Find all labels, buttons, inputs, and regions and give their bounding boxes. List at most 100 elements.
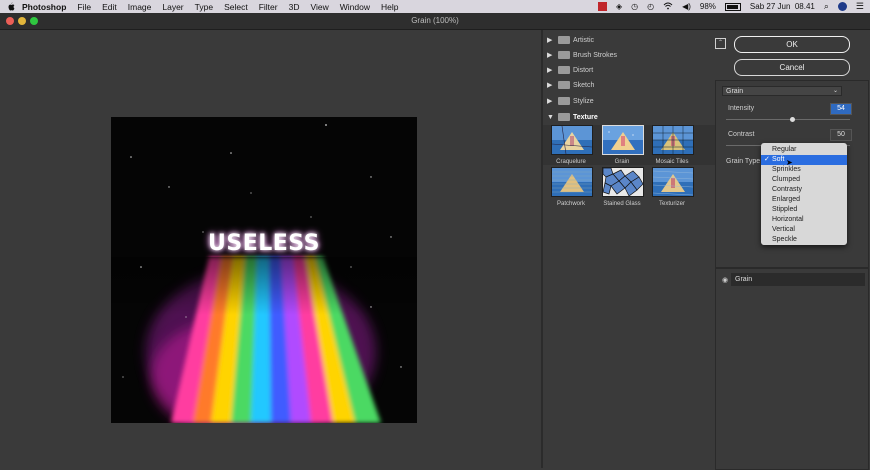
datetime[interactable]: Sab 27 Jun 08.41 bbox=[750, 2, 815, 11]
dropbox-icon[interactable]: ◈ bbox=[616, 2, 622, 11]
battery-percent: 98% bbox=[699, 2, 716, 11]
filter-thumb-stained-glass[interactable]: Stained Glass bbox=[602, 167, 644, 211]
apple-icon[interactable] bbox=[6, 2, 16, 12]
battery-icon[interactable] bbox=[724, 2, 741, 11]
menu-help[interactable]: Help bbox=[381, 2, 398, 12]
option-label: Sprinkles bbox=[772, 166, 801, 173]
thumb-label: Patchwork bbox=[556, 201, 585, 207]
menu-view[interactable]: View bbox=[310, 2, 328, 12]
intensity-input[interactable]: 54 bbox=[830, 103, 852, 115]
folder-brush-strokes[interactable]: ▶ Brush Strokes bbox=[547, 48, 617, 62]
thumbnail-image bbox=[652, 125, 694, 155]
sound-icon[interactable]: ◀) bbox=[682, 2, 691, 11]
filter-thumb-grain[interactable]: Grain bbox=[602, 125, 644, 169]
ok-button[interactable]: OK bbox=[734, 36, 850, 53]
collapse-gallery-icon[interactable]: ⌃ bbox=[715, 38, 726, 49]
grain-type-option[interactable]: Enlarged bbox=[761, 195, 847, 205]
notification-center-icon[interactable]: ☰ bbox=[856, 1, 864, 12]
option-label: Horizontal bbox=[772, 216, 804, 223]
grain-type-option[interactable]: Sprinkles bbox=[761, 165, 847, 175]
grain-type-option[interactable]: Speckle bbox=[761, 235, 847, 245]
app-menu[interactable]: Photoshop bbox=[22, 2, 66, 12]
effect-layer-row[interactable]: ◉ Grain bbox=[719, 273, 865, 286]
filter-select-value: Grain bbox=[726, 88, 744, 95]
time-machine-icon[interactable]: ◷ bbox=[631, 2, 638, 11]
grain-type-option[interactable]: Contrasty bbox=[761, 185, 847, 195]
folder-icon bbox=[558, 66, 570, 74]
menu-select[interactable]: Select bbox=[224, 2, 248, 12]
grain-type-option[interactable]: Stippled bbox=[761, 205, 847, 215]
option-label: Regular bbox=[772, 146, 797, 153]
menu-edit[interactable]: Edit bbox=[102, 2, 117, 12]
effect-layer-name: Grain bbox=[731, 273, 865, 286]
folder-texture[interactable]: ▼ Texture bbox=[547, 110, 598, 124]
menu-file[interactable]: File bbox=[77, 2, 91, 12]
folder-sketch[interactable]: ▶ Sketch bbox=[547, 78, 594, 92]
artwork-title: USELESS bbox=[208, 231, 320, 256]
grain-type-dropdown[interactable]: Regular ✓ Soft ➤ Sprinkles Clumped Contras… bbox=[761, 143, 847, 245]
grain-type-option[interactable]: Vertical bbox=[761, 225, 847, 235]
filter-thumb-craquelure[interactable]: Craquelure bbox=[551, 125, 593, 169]
contrast-label: Contrast bbox=[728, 131, 755, 138]
option-label: Enlarged bbox=[772, 196, 801, 203]
expand-arrow-icon[interactable]: ▶ bbox=[547, 81, 555, 89]
effect-layers-panel: ◉ Grain bbox=[715, 268, 869, 470]
grain-type-option[interactable]: Regular bbox=[761, 145, 847, 155]
thumbnail-image bbox=[551, 125, 593, 155]
filter-thumb-patchwork[interactable]: Patchwork bbox=[551, 167, 593, 211]
thumbnail-image bbox=[652, 167, 694, 197]
menu-layer[interactable]: Layer bbox=[162, 2, 183, 12]
grain-type-option[interactable]: Horizontal bbox=[761, 215, 847, 225]
option-label: Contrasty bbox=[772, 186, 802, 193]
option-label: Stippled bbox=[772, 206, 798, 213]
window-titlebar: Grain (100%) bbox=[0, 13, 870, 30]
menu-bar: Photoshop File Edit Image Layer Type Sel… bbox=[0, 0, 870, 13]
folder-distort[interactable]: ▶ Distort bbox=[547, 63, 593, 77]
folder-stylize[interactable]: ▶ Stylize bbox=[547, 94, 594, 108]
folder-label: Artistic bbox=[573, 36, 594, 44]
option-label: Vertical bbox=[772, 226, 795, 233]
option-label: Speckle bbox=[772, 236, 797, 243]
grain-type-option-selected[interactable]: ✓ Soft ➤ bbox=[761, 155, 847, 167]
chevron-down-icon: ⌄ bbox=[832, 88, 838, 94]
thumb-label: Grain bbox=[614, 159, 630, 165]
user-avatar-icon[interactable] bbox=[837, 2, 847, 11]
folder-label: Stylize bbox=[573, 97, 594, 105]
thumb-label: Texturizer bbox=[658, 201, 685, 207]
menu-image[interactable]: Image bbox=[128, 2, 152, 12]
eye-visibility-icon[interactable]: ◉ bbox=[719, 276, 731, 284]
thumbnail-image bbox=[602, 125, 644, 155]
thumb-label: Craquelure bbox=[556, 159, 586, 165]
thumbnail-image bbox=[602, 167, 644, 197]
intensity-slider[interactable] bbox=[726, 117, 850, 122]
folder-icon bbox=[558, 81, 570, 89]
intensity-slider-thumb[interactable] bbox=[790, 117, 796, 122]
option-label: Soft bbox=[772, 156, 785, 163]
collapse-arrow-icon[interactable]: ▼ bbox=[547, 114, 555, 121]
cancel-button[interactable]: Cancel bbox=[734, 59, 850, 76]
wifi-icon[interactable] bbox=[663, 2, 673, 12]
thumbnail-image bbox=[551, 167, 593, 197]
contrast-input[interactable]: 50 bbox=[830, 129, 852, 141]
spotlight-search-icon[interactable]: ⌕ bbox=[824, 1, 829, 12]
filter-thumb-mosaic-tiles[interactable]: Mosaic Tiles bbox=[652, 125, 694, 169]
expand-arrow-icon[interactable]: ▶ bbox=[547, 97, 555, 105]
menu-type[interactable]: Type bbox=[195, 2, 213, 12]
menu-window[interactable]: Window bbox=[340, 2, 370, 12]
menu-filter[interactable]: Filter bbox=[259, 2, 278, 12]
folder-label: Distort bbox=[573, 66, 594, 74]
grain-type-option[interactable]: Clumped bbox=[761, 175, 847, 185]
expand-arrow-icon[interactable]: ▶ bbox=[547, 36, 555, 44]
clock-icon[interactable]: ◴ bbox=[647, 2, 654, 11]
option-label: Clumped bbox=[772, 176, 801, 183]
expand-arrow-icon[interactable]: ▶ bbox=[547, 66, 555, 74]
thumb-label: Mosaic Tiles bbox=[655, 159, 689, 165]
record-icon[interactable] bbox=[597, 2, 607, 11]
settings-panel: ⌃ OK Cancel Grain ⌄ Intensity 54 Contras… bbox=[715, 30, 870, 470]
folder-artistic[interactable]: ▶ Artistic bbox=[547, 33, 594, 47]
expand-arrow-icon[interactable]: ▶ bbox=[547, 51, 555, 59]
filter-select[interactable]: Grain ⌄ bbox=[722, 86, 842, 96]
filter-thumb-texturizer[interactable]: Texturizer bbox=[652, 167, 694, 211]
menu-3d[interactable]: 3D bbox=[289, 2, 300, 12]
preview-area[interactable]: USELESS bbox=[0, 30, 541, 468]
